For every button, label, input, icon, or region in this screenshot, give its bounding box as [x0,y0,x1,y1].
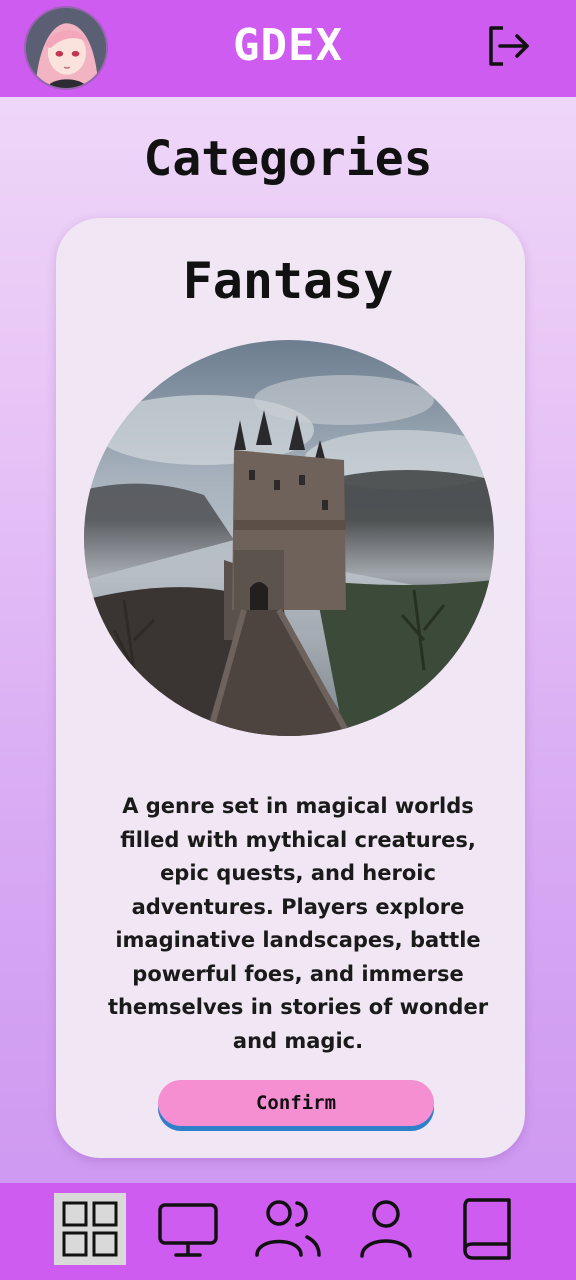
book-icon [463,1198,511,1260]
page-title: Categories [143,131,433,187]
user-icon [360,1200,412,1258]
nav-profile[interactable] [350,1193,422,1265]
category-description: A genre set in magical worlds filled wit… [107,794,489,1053]
category-title: Fantasy [182,252,394,310]
nav-games[interactable] [152,1193,224,1265]
users-icon [255,1200,321,1257]
top-bar: GDEX [0,0,576,97]
logout-icon [489,26,529,66]
category-image [84,340,494,736]
bottom-navigation [0,1183,576,1280]
confirm-button[interactable]: Confirm [158,1080,434,1126]
logout-button[interactable] [482,20,534,72]
categories-grid-icon [62,1201,118,1257]
nav-community[interactable] [252,1193,324,1265]
monitor-icon [158,1203,218,1257]
nav-library[interactable] [450,1193,522,1265]
nav-categories[interactable] [54,1193,126,1265]
